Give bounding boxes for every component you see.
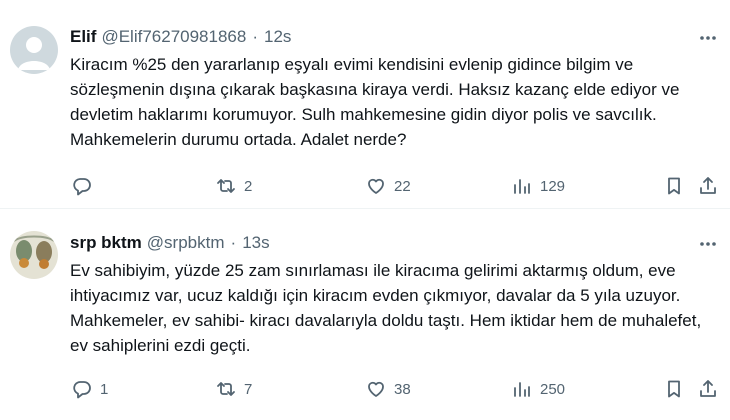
retweet-button[interactable]: 7 [216,377,252,401]
photo-avatar-icon [10,231,58,279]
like-button[interactable]: 22 [366,174,411,198]
author-handle[interactable]: @Elif76270981868 [101,27,246,47]
more-icon [700,242,716,246]
tweet[interactable]: srp bktm @srpbktm · 13s Ev sahibiyim, yü… [0,209,730,420]
share-icon [700,177,716,194]
more-button[interactable] [696,28,720,48]
view-count: 250 [540,380,566,398]
like-button[interactable]: 38 [366,377,411,401]
more-button[interactable] [696,234,720,254]
like-count: 38 [394,380,411,398]
like-icon [368,178,384,194]
author-handle[interactable]: @srpbktm [147,233,225,253]
tweet-header: srp bktm @srpbktm · 13s [70,233,270,253]
timestamp[interactable]: 13s [242,233,269,253]
tweet-text: Ev sahibiyim, yüzde 25 zam sınırlaması i… [70,261,702,355]
bookmark-button[interactable] [664,377,684,401]
retweet-count: 7 [244,380,253,398]
timestamp[interactable]: 12s [264,27,291,47]
share-icon [700,380,716,397]
share-button[interactable] [698,174,718,198]
bookmark-button[interactable] [664,174,684,198]
like-count: 22 [394,177,411,195]
reply-icon [73,178,91,196]
action-bar: 1 7 38 250 [70,377,720,401]
reply-button[interactable]: 1 [72,377,108,401]
avatar[interactable] [10,231,58,279]
retweet-count: 2 [244,177,253,195]
action-bar: 2 22 129 [70,174,720,198]
retweet-button[interactable]: 2 [216,174,252,198]
reply-icon [73,381,91,399]
views-icon [514,179,530,194]
tweet-header: Elif @Elif76270981868 · 12s [70,27,291,47]
reply-button[interactable] [72,174,100,198]
author-name[interactable]: Elif [70,27,96,47]
share-button[interactable] [698,377,718,401]
author-name[interactable]: srp bktm [70,233,142,253]
retweet-icon [217,382,235,396]
avatar[interactable] [10,26,58,74]
default-avatar-icon [10,26,58,74]
view-count: 129 [540,177,566,195]
more-icon [700,36,716,40]
views-icon [514,382,530,397]
reply-count: 1 [100,380,109,398]
separator-dot: · [252,27,258,46]
bookmark-icon [668,380,680,398]
retweet-icon [217,179,235,193]
tweet-text: Kiracım %25 den yararlanıp eşyalı evimi … [70,55,680,149]
like-icon [368,381,384,397]
bookmark-icon [668,177,680,195]
tweet[interactable]: Elif @Elif76270981868 · 12s Kiracım %25 … [0,0,730,208]
views-button[interactable]: 250 [512,377,565,401]
separator-dot: · [230,233,237,252]
views-button[interactable]: 129 [512,174,565,198]
